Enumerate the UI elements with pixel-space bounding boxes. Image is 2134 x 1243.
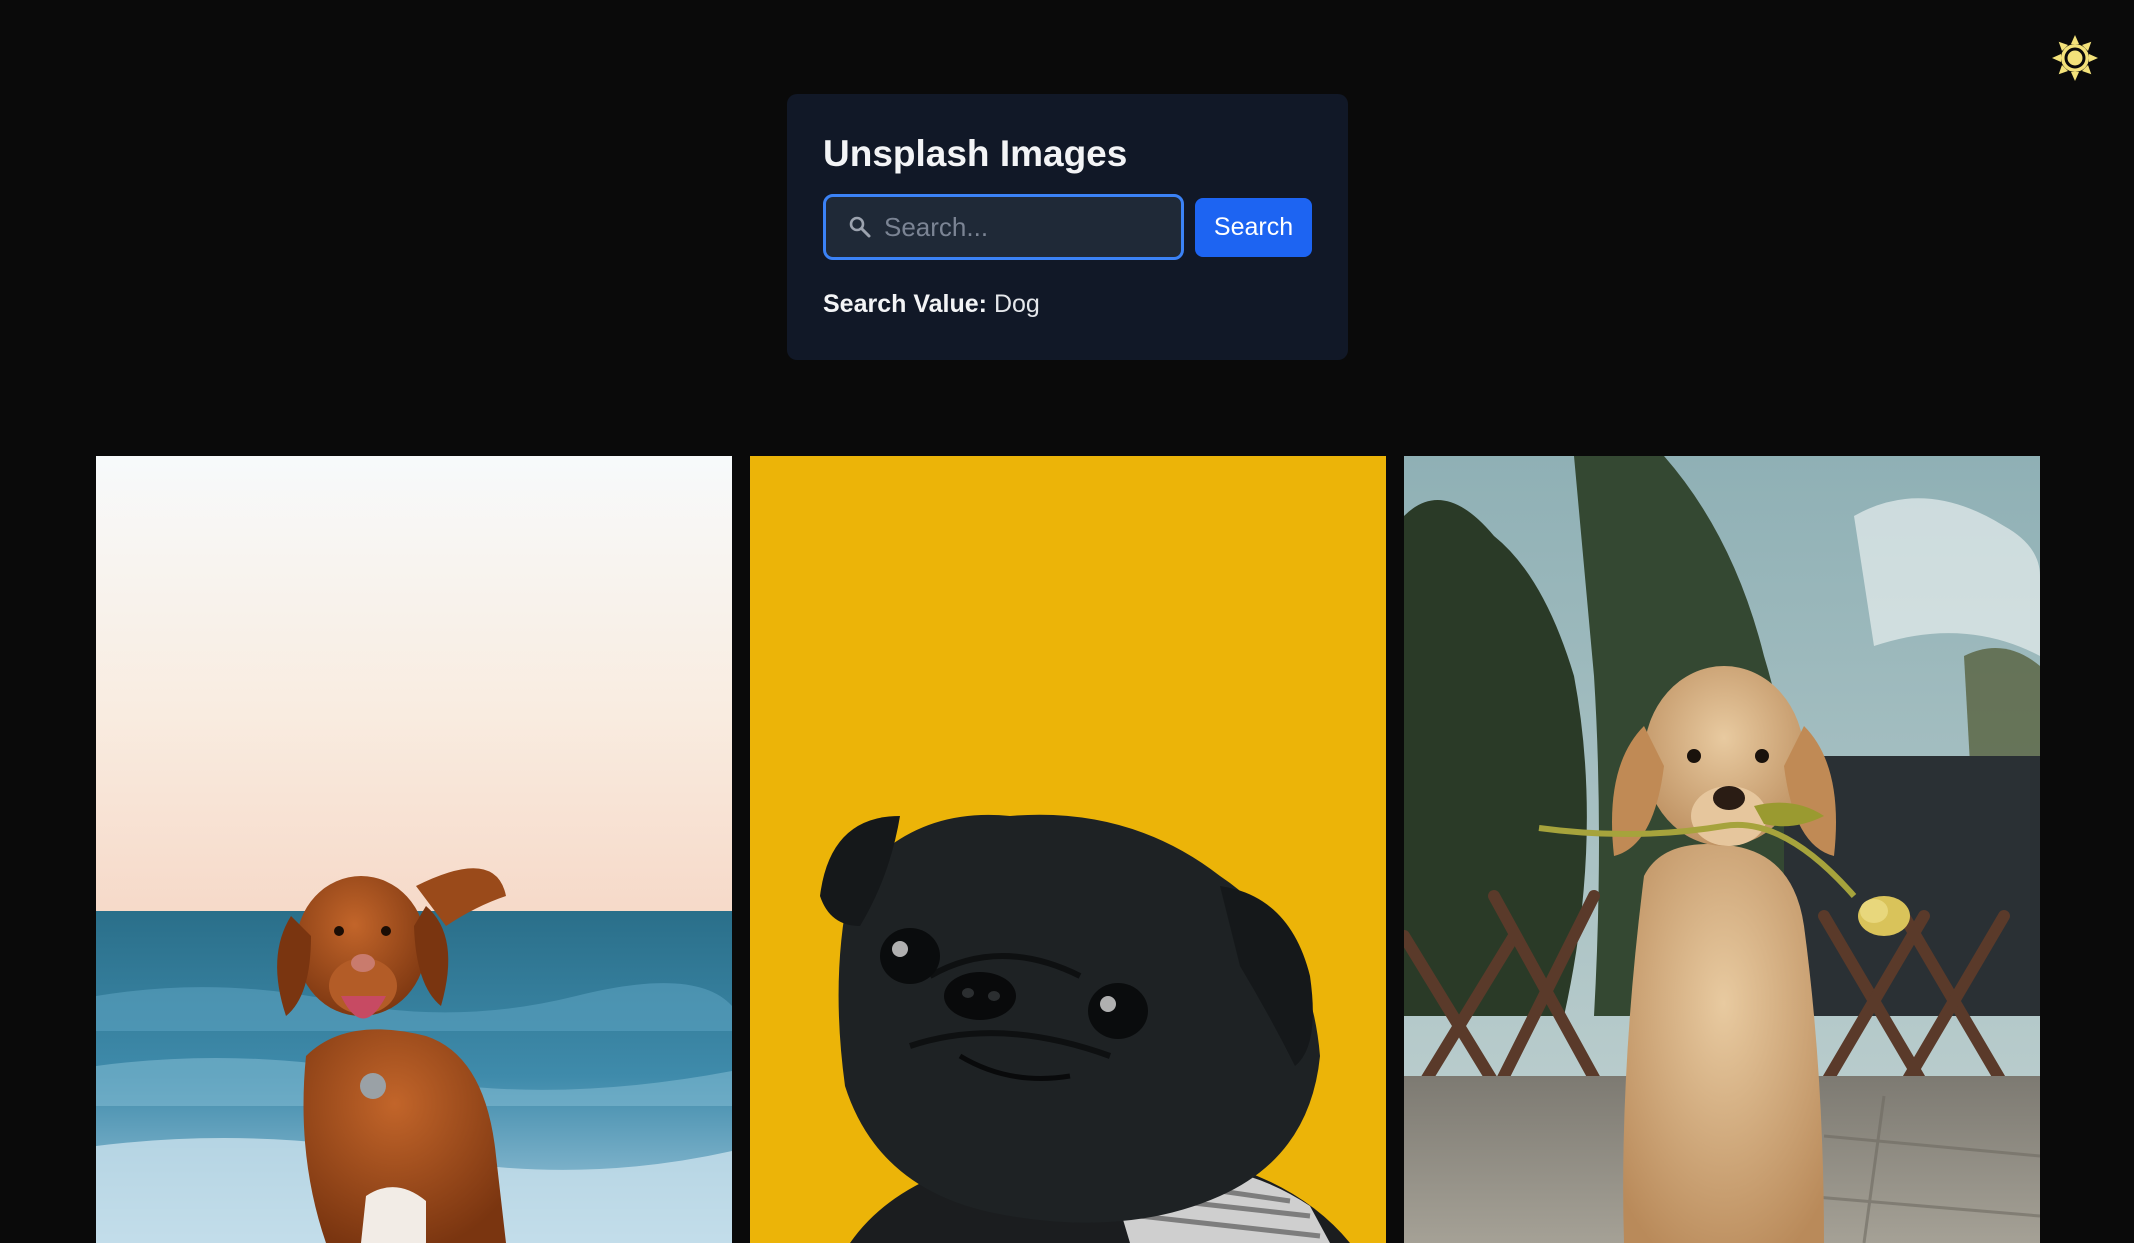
search-icon — [848, 214, 872, 240]
image-gallery — [96, 456, 2040, 1243]
search-value-label: Search Value: — [823, 290, 987, 318]
search-value-text: Dog — [993, 290, 1040, 318]
search-field[interactable] — [823, 194, 1219, 260]
gallery-image-pug[interactable] — [750, 456, 1386, 1243]
gallery-image-golden-puppy[interactable] — [1404, 456, 2040, 1243]
sun-icon — [2052, 35, 2098, 81]
page: Unsplash Images Search Search Value: Dog — [0, 0, 2134, 1243]
search-row: Search — [823, 194, 1312, 260]
gallery-image-beach-dog[interactable] — [96, 456, 732, 1243]
page-title: Unsplash Images — [823, 133, 1128, 174]
search-button[interactable]: Search — [1195, 197, 1312, 257]
search-value-display: Search Value: Dog — [823, 290, 1312, 319]
theme-toggle-button[interactable] — [2050, 33, 2100, 83]
search-input[interactable] — [884, 207, 1219, 247]
search-card: Unsplash Images Search Search Value: Dog — [787, 94, 1348, 360]
